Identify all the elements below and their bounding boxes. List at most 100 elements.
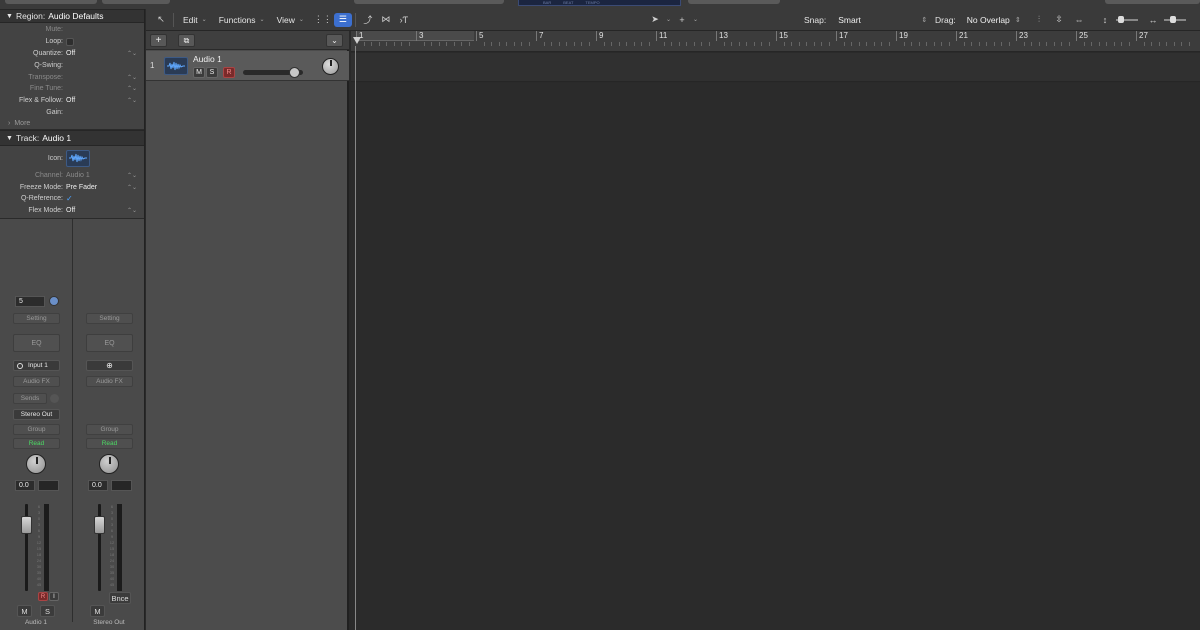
prop-transpose[interactable]: Transpose: ⌃⌄ xyxy=(0,71,144,83)
horizontal-zoom-slider[interactable] xyxy=(1164,15,1186,23)
control-bar-button[interactable] xyxy=(1105,0,1200,4)
waveform-zoom-icon[interactable]: ⫶ xyxy=(1030,13,1048,27)
stepper-icon[interactable]: ⌃⌄ xyxy=(127,85,137,92)
track-record-button[interactable]: R xyxy=(223,67,235,78)
track-volume-slider[interactable] xyxy=(243,67,303,78)
setting-button[interactable]: Setting xyxy=(13,313,60,324)
window-control[interactable] xyxy=(102,0,170,4)
catch-icon[interactable]: ⤴ xyxy=(359,13,377,27)
prop-gain[interactable]: Gain: xyxy=(0,107,144,119)
window-control[interactable] xyxy=(5,0,97,4)
bar-ruler[interactable]: 1 3 5 7 9 11 13 15 17 19 21 23 25 27 xyxy=(351,31,1200,52)
prop-flex-mode[interactable]: Flex Mode: Off ⌃⌄ xyxy=(0,205,144,217)
ruler-tick xyxy=(843,42,845,46)
vertical-zoom-slider[interactable] xyxy=(1116,15,1138,23)
flex-icon[interactable]: ⋈ xyxy=(377,13,395,27)
lcd-display[interactable]: BAR BEAT TEMPO xyxy=(518,0,681,6)
stepper-icon[interactable]: ⌃⌄ xyxy=(127,97,137,104)
more-disclosure[interactable]: › More xyxy=(0,118,144,131)
horizontal-zoom-icon[interactable]: ⇔ xyxy=(1070,13,1088,27)
list-view-icon[interactable]: ☰ xyxy=(333,12,352,27)
stepper-icon[interactable]: ⌃⌄ xyxy=(127,172,137,179)
mute-button[interactable]: M xyxy=(17,605,32,617)
balance-knob[interactable] xyxy=(99,454,119,474)
volume-slider-thumb[interactable] xyxy=(289,67,301,78)
playhead-marker[interactable] xyxy=(353,37,361,44)
control-bar-button[interactable] xyxy=(688,0,780,4)
region-inspector-header[interactable]: ▼ Region: Audio Defaults xyxy=(0,9,144,23)
horizontal-zoom-slider-icon[interactable]: ↔ xyxy=(1144,13,1162,27)
input-slot[interactable]: Input 1 xyxy=(13,360,60,371)
add-track-icon[interactable]: + xyxy=(150,34,167,47)
stepper-icon[interactable]: ⌃⌄ xyxy=(127,207,137,214)
duplicate-track-icon[interactable]: ⧉ xyxy=(178,34,195,47)
prop-freeze-mode[interactable]: Freeze Mode: Pre Fader ⌃⌄ xyxy=(0,181,144,193)
back-arrow-icon[interactable]: ↖ xyxy=(152,13,170,27)
stepper-icon[interactable]: ⌃⌄ xyxy=(127,184,137,191)
sends-slot[interactable]: Sends xyxy=(13,393,47,404)
setting-button[interactable]: Setting xyxy=(86,313,133,324)
snap-icon[interactable]: ›Ƭ xyxy=(395,13,413,27)
volume-fader[interactable] xyxy=(94,516,105,534)
track-mute-button[interactable]: M xyxy=(193,67,205,78)
solo-button[interactable]: S xyxy=(40,605,55,617)
view-menu[interactable]: View ⌄ xyxy=(271,15,310,25)
vertical-zoom-slider-icon[interactable]: ↕ xyxy=(1096,13,1114,27)
edit-menu[interactable]: Edit ⌄ xyxy=(177,15,213,25)
group-slot[interactable]: Group xyxy=(13,424,60,435)
prop-fine-tune[interactable]: Fine Tune: ⌃⌄ xyxy=(0,83,144,95)
prop-loop[interactable]: Loop: xyxy=(0,36,144,48)
stepper-icon[interactable]: ⌃⌄ xyxy=(127,50,137,57)
group-slot[interactable]: Group xyxy=(86,424,133,435)
control-bar-button[interactable] xyxy=(354,0,504,4)
output-slot[interactable]: Stereo Out xyxy=(13,409,60,420)
prop-mute[interactable]: Mute: xyxy=(0,24,144,36)
eq-display[interactable]: EQ xyxy=(86,334,133,352)
eq-display[interactable]: EQ xyxy=(13,334,60,352)
volume-fader[interactable] xyxy=(21,516,32,534)
prop-qswing[interactable]: Q-Swing: xyxy=(0,59,144,71)
collapse-icon[interactable]: ⌄ xyxy=(326,34,343,47)
track-header-audio-1[interactable]: 1 Audio 1 M S R xyxy=(146,51,349,81)
automation-mode[interactable]: Read xyxy=(86,438,133,449)
record-enable-button[interactable]: R xyxy=(38,592,48,601)
prop-flex-follow[interactable]: Flex & Follow: Off ⌃⌄ xyxy=(0,95,144,107)
ruler-tick xyxy=(858,42,860,46)
track-name[interactable]: Audio 1 xyxy=(193,54,222,64)
marquee-tool-icon[interactable]: + xyxy=(673,13,691,27)
input-monitor-button[interactable]: I xyxy=(49,592,59,601)
disclosure-triangle-icon[interactable]: ▼ xyxy=(6,13,13,20)
track-lane-audio-1[interactable] xyxy=(351,53,1200,82)
vertical-zoom-icon[interactable]: ⇳ xyxy=(1050,13,1068,27)
stepper-icon[interactable]: ⌃⌄ xyxy=(127,74,137,81)
disclosure-triangle-icon[interactable]: ▼ xyxy=(6,135,13,142)
snap-select[interactable]: Smart ⇕ xyxy=(835,15,930,25)
tracks-workspace[interactable] xyxy=(351,83,1200,630)
send-knob-icon[interactable] xyxy=(50,394,59,403)
bounce-button[interactable]: Bnce xyxy=(109,592,131,604)
prop-q-reference[interactable]: Q-Reference: ✓ xyxy=(0,193,144,205)
prop-icon[interactable]: Icon: xyxy=(0,147,144,169)
track-solo-button[interactable]: S xyxy=(206,67,218,78)
audio-fx-slot[interactable]: Audio FX xyxy=(86,376,133,387)
functions-menu[interactable]: Functions ⌄ xyxy=(213,15,271,25)
track-inspector-header[interactable]: ▼ Track: Audio 1 xyxy=(0,130,144,147)
prop-channel[interactable]: Channel: Audio 1 ⌃⌄ xyxy=(0,169,144,181)
mute-button[interactable]: M xyxy=(90,605,105,617)
prop-quantize[interactable]: Quantize: Off ⌃⌄ xyxy=(0,48,144,60)
track-pan-knob[interactable] xyxy=(322,58,339,75)
stereo-link-slot[interactable]: ⊕ xyxy=(86,360,133,371)
checkmark-icon[interactable]: ✓ xyxy=(66,194,73,203)
audio-waveform-icon[interactable] xyxy=(66,149,90,167)
loop-checkbox[interactable] xyxy=(66,37,74,46)
automation-mode[interactable]: Read xyxy=(13,438,60,449)
audio-fx-slot[interactable]: Audio FX xyxy=(13,376,60,387)
grid-view-icon[interactable]: ⋮⋮ xyxy=(314,13,332,27)
top-value-field[interactable]: 5 xyxy=(15,296,45,307)
cycle-area[interactable] xyxy=(356,31,474,41)
pointer-tool-icon[interactable]: ➤ xyxy=(646,13,664,27)
drag-select[interactable]: No Overlap ⇕ xyxy=(964,15,1024,25)
link-icon[interactable] xyxy=(49,296,59,306)
pan-knob[interactable] xyxy=(26,454,46,474)
audio-waveform-icon[interactable] xyxy=(164,57,188,75)
